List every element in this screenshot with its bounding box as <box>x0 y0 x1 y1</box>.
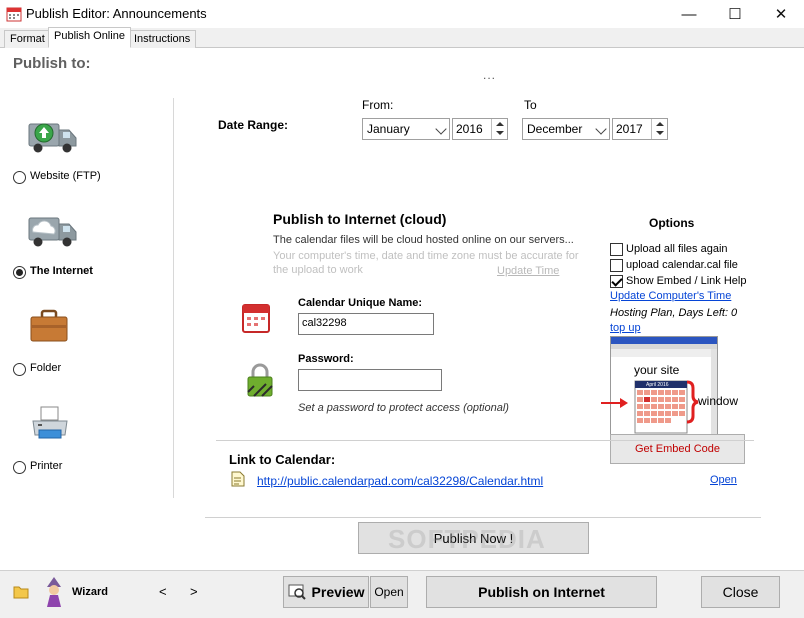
mini-cal-month: April 2016 <box>646 382 669 388</box>
calendar-url-link[interactable]: http://public.calendarpad.com/cal32298/C… <box>257 474 543 488</box>
close-window-button[interactable]: ✕ <box>758 0 804 28</box>
left-divider <box>173 98 174 498</box>
link-to-calendar-heading: Link to Calendar: <box>229 452 336 467</box>
to-year-spinner[interactable]: 2017 <box>612 118 668 140</box>
password-label: Password: <box>298 353 354 365</box>
unique-name-input[interactable]: cal32298 <box>298 313 434 335</box>
hosting-plan-text: Hosting Plan, Days Left: 0 <box>610 307 738 319</box>
separator <box>205 517 761 518</box>
get-embed-code-button[interactable]: Get Embed Code <box>610 434 745 464</box>
printer-icon[interactable] <box>30 404 70 444</box>
window-title: Publish Editor: Announcements <box>26 6 207 21</box>
radio-folder[interactable] <box>13 363 26 376</box>
to-year-value: 2017 <box>616 122 643 136</box>
red-arrow-icon <box>601 398 628 408</box>
radio-printer[interactable] <box>13 461 26 474</box>
more-dots[interactable]: ... <box>483 68 496 82</box>
to-month-value: December <box>527 122 583 136</box>
wizard-icon[interactable] <box>40 576 68 608</box>
your-site-label: your site <box>634 363 680 377</box>
brace-icon <box>686 380 699 424</box>
from-month-value: January <box>367 122 410 136</box>
tab-instructions[interactable]: Instructions <box>128 30 197 48</box>
lock-icon <box>247 363 273 397</box>
spin-arrows-icon[interactable] <box>651 119 667 139</box>
app-calendar-icon <box>6 7 22 22</box>
chevron-down-icon <box>595 123 607 135</box>
from-year-value: 2016 <box>456 122 483 136</box>
label-upload-all: Upload all files again <box>626 243 728 255</box>
checkbox-upload-cal[interactable] <box>610 259 623 272</box>
publish-on-internet-button[interactable]: Publish on Internet <box>426 576 657 608</box>
minimize-button[interactable]: — <box>666 0 712 28</box>
spin-arrows-icon[interactable] <box>491 119 507 139</box>
close-button[interactable]: Close <box>701 576 780 608</box>
maximize-button[interactable]: ☐ <box>712 0 758 28</box>
label-upload-cal: upload calendar.cal file <box>626 259 738 271</box>
from-label: From: <box>362 98 394 112</box>
checkbox-show-embed-help[interactable] <box>610 275 623 288</box>
password-hint: Set a password to protect access (option… <box>298 402 509 414</box>
prev-button[interactable]: < <box>159 584 167 599</box>
publish-to-heading: Publish to: <box>13 55 91 72</box>
cloud-description: The calendar files will be cloud hosted … <box>273 234 574 246</box>
unique-name-label: Calendar Unique Name: <box>298 297 423 309</box>
label-show-embed-help: Show Embed / Link Help <box>626 275 747 287</box>
calendar-icon <box>242 304 270 333</box>
chevron-down-icon <box>435 123 447 135</box>
checkbox-upload-all[interactable] <box>610 243 623 256</box>
cloud-truck-icon[interactable] <box>27 212 79 250</box>
preview-icon <box>288 584 306 600</box>
wizard-label[interactable]: Wizard <box>72 586 108 598</box>
open-link[interactable]: Open <box>710 474 737 486</box>
label-folder: Folder <box>30 362 62 374</box>
update-time-link[interactable]: Update Time <box>497 265 559 277</box>
tab-publish-online[interactable]: Publish Online <box>48 27 131 48</box>
label-printer: Printer <box>30 460 63 472</box>
preview-label: Preview <box>311 584 365 600</box>
to-month-select[interactable]: December <box>522 118 610 140</box>
folder-briefcase-icon[interactable] <box>28 308 70 344</box>
cloud-heading: Publish to Internet (cloud) <box>273 211 447 227</box>
to-label: To <box>524 98 537 112</box>
label-website-ftp: Website (FTP) <box>30 170 101 182</box>
from-month-select[interactable]: January <box>362 118 450 140</box>
tab-format[interactable]: Format <box>4 30 51 48</box>
next-button[interactable]: > <box>190 584 198 599</box>
date-range-label: Date Range: <box>218 118 289 132</box>
document-icon <box>231 471 245 487</box>
preview-button[interactable]: Preview <box>283 576 369 608</box>
options-title: Options <box>649 216 695 230</box>
radio-website-ftp[interactable] <box>13 171 26 184</box>
password-input[interactable] <box>298 369 442 391</box>
radio-the-internet[interactable] <box>13 266 26 279</box>
top-up-link[interactable]: top up <box>610 322 641 334</box>
watermark: SOFTPEDIA <box>388 524 546 554</box>
update-computer-time-link[interactable]: Update Computer's Time <box>610 290 731 302</box>
window-label: window <box>698 394 739 408</box>
label-the-internet: The Internet <box>30 265 93 277</box>
from-year-spinner[interactable]: 2016 <box>452 118 508 140</box>
ftp-truck-icon[interactable] <box>27 118 79 156</box>
open-button[interactable]: Open <box>370 576 408 608</box>
folder-icon[interactable] <box>13 585 29 599</box>
separator <box>216 440 754 441</box>
